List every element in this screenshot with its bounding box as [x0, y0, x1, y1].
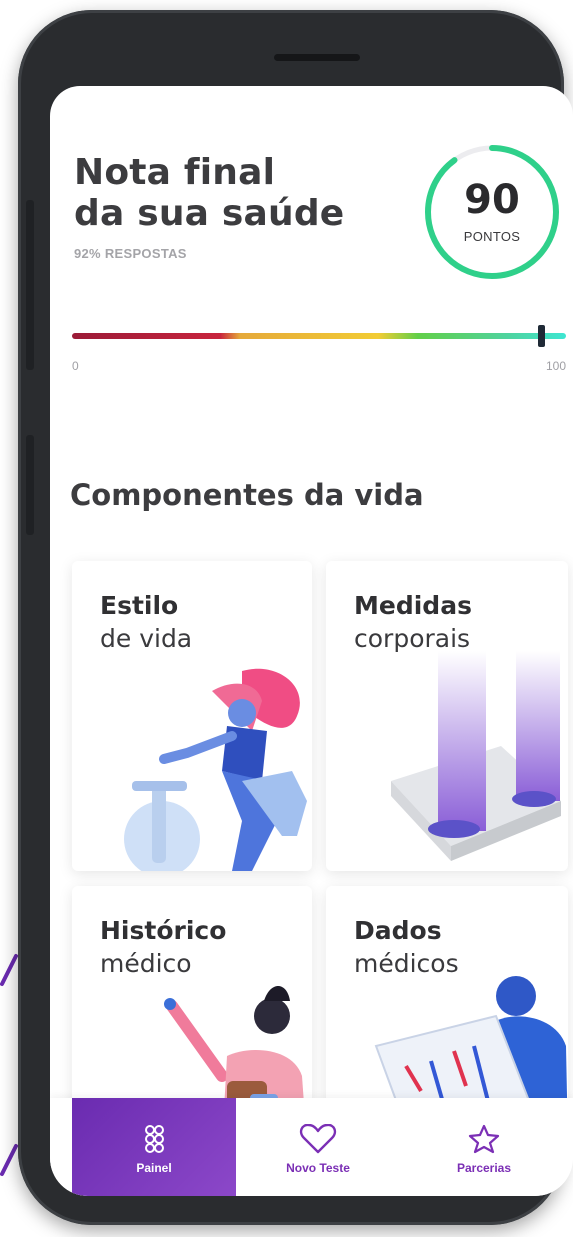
card-title: Dados — [354, 916, 442, 945]
card-title: Estilo — [100, 591, 179, 620]
nav-label: Painel — [136, 1161, 172, 1175]
phone-speaker — [274, 54, 360, 61]
nav-item-parcerias[interactable]: Parcerias — [402, 1098, 566, 1196]
nav-item-painel[interactable]: Painel — [72, 1098, 236, 1196]
decoration-mark — [0, 1144, 18, 1176]
card-title: Medidas — [354, 591, 472, 620]
heart-icon — [299, 1124, 337, 1154]
card-body-measures[interactable]: Medidas corporais — [326, 561, 568, 871]
card-subtitle: corporais — [354, 624, 471, 653]
star-icon — [468, 1124, 500, 1154]
volume-button — [26, 200, 34, 370]
cyclist-illustration — [124, 668, 307, 871]
nav-label: Novo Teste — [286, 1161, 350, 1175]
bottom-navigation: Painel Novo Teste Parcerias — [50, 1098, 573, 1196]
power-button — [26, 435, 34, 535]
nav-label: Parcerias — [456, 1161, 512, 1175]
scale-min-label: 0 — [72, 359, 79, 373]
score-value: 90 — [464, 177, 520, 223]
scale-marker — [537, 325, 545, 347]
card-subtitle: de vida — [100, 624, 193, 653]
responses-label: 92% RESPOSTAS — [74, 246, 187, 261]
decoration-mark — [0, 954, 18, 986]
card-lifestyle[interactable]: Estilo de vida — [72, 561, 312, 871]
phone-frame: Nota final da sua saúde 92% RESPOSTAS 90… — [18, 10, 573, 1225]
card-subtitle: médico — [100, 949, 192, 978]
scale-max-label: 100 — [545, 359, 566, 373]
dashboard-icon — [145, 1125, 164, 1153]
title-line-2: da sua saúde — [74, 193, 345, 234]
app-screen: Nota final da sua saúde 92% RESPOSTAS 90… — [50, 86, 573, 1196]
scale-illustration — [391, 651, 561, 861]
nav-item-novo-teste[interactable]: Novo Teste — [236, 1098, 400, 1196]
title-line-1: Nota final — [74, 152, 276, 193]
health-scale-bar — [72, 333, 566, 339]
section-title: Componentes da vida — [70, 478, 424, 512]
page-title: Nota final da sua saúde — [74, 152, 384, 234]
score-unit: PONTOS — [463, 229, 521, 244]
card-title: Histórico — [100, 916, 227, 945]
